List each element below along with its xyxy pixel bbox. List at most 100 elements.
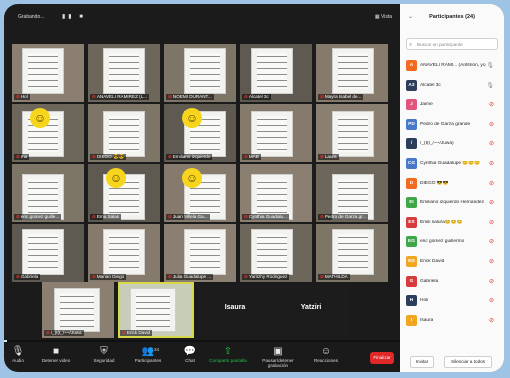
video-tile[interactable]: ☺ ⊘Emiliano izquierdo: [164, 104, 236, 162]
participant-name: Cynthia Guadalupe 😊😊😊: [420, 160, 481, 166]
video-tile[interactable]: ⊘Julia Guadalupe ...: [164, 224, 236, 282]
toolbar-video-button[interactable]: ■ Detener video: [32, 346, 80, 363]
participant-search-input[interactable]: ⌕ Buscar un participante: [406, 38, 498, 50]
participant-name: Gabriela: [420, 278, 439, 284]
muted-mic-icon: ⊘: [244, 154, 248, 159]
muted-mic-icon[interactable]: ⊘: [489, 278, 494, 285]
video-tile[interactable]: ⊘Hol: [12, 44, 84, 102]
toolbar-label: Seguridad: [93, 358, 115, 363]
video-off-tile[interactable]: Yatziri: [274, 284, 348, 336]
muted-mic-icon[interactable]: ⊘: [489, 199, 494, 206]
participant-row[interactable]: H Holi ⊘: [404, 291, 502, 311]
video-tile[interactable]: ⊘Laura: [316, 104, 388, 162]
participant-row[interactable]: CG Cynthia Guadalupe 😊😊😊 ⊘: [404, 154, 502, 174]
participant-name-label: ⊘Yaritzhy Rodriguez: [242, 274, 290, 280]
tile-name: Gabriela: [20, 274, 39, 279]
muted-mic-icon[interactable]: ⊘: [489, 121, 494, 128]
video-tile[interactable]: ⊘MAB: [240, 104, 312, 162]
muted-mic-icon[interactable]: ⊘: [489, 160, 494, 167]
search-icon: ⌕: [409, 42, 413, 48]
muted-mic-icon[interactable]: ⊘: [489, 140, 494, 147]
participant-row[interactable]: D DIEGO 😎😎 ⊘: [404, 174, 502, 194]
muted-mic-icon[interactable]: ⊘: [489, 317, 494, 324]
end-meeting-button[interactable]: Finalizar: [370, 352, 394, 364]
muted-mic-icon[interactable]: ⊘: [489, 238, 494, 245]
participant-row[interactable]: PD Pedro de Garza grande ⊘: [404, 115, 502, 135]
video-tile[interactable]: ⊘ANAVELI RAMIREZ (L...: [88, 44, 160, 102]
view-button[interactable]: ▦ Vista: [375, 14, 392, 20]
video-tile[interactable]: ⊘Yaritzhy Rodriguez: [240, 224, 312, 282]
tile-name: Marian Diego: [96, 274, 125, 279]
mic-icon[interactable]: 🎙: [486, 82, 494, 89]
participant-row[interactable]: G Gabriela ⊘: [404, 272, 502, 292]
video-tile[interactable]: ⊘Alcatel 3c: [240, 44, 312, 102]
participant-name-label: ⊘Marian Diego: [90, 274, 127, 280]
video-tile[interactable]: ☺ ⊘Juan Villela Ga...: [164, 164, 236, 222]
muted-mic-icon[interactable]: ⊘: [489, 219, 494, 226]
participant-row[interactable]: //_(t(t_/~~/Juwa) ⊘: [404, 134, 502, 154]
toolbar-label: Pausar/detener grabación: [262, 358, 294, 368]
search-placeholder: Buscar un participante: [417, 42, 463, 47]
video-tile[interactable]: ⊘MATHILDA: [316, 224, 388, 282]
muted-mic-icon: ⊘: [92, 274, 96, 279]
participant-row[interactable]: EG eric gomez guillermo ⊘: [404, 232, 502, 252]
video-off-tile[interactable]: Isaura: [198, 284, 272, 336]
tile-name: Erick David: [126, 330, 151, 335]
toolbar-label: Reacciones: [313, 358, 338, 363]
panel-title: Participantes (24): [429, 14, 475, 20]
invite-button[interactable]: Invitar: [410, 356, 434, 368]
participant-name-label: ⊘ma: [14, 154, 30, 160]
video-gallery: Grabando... ▮▮ ■ ▦ Vista ⊘Hol ⊘ANAVELI RA…: [4, 4, 400, 340]
video-tile[interactable]: ⊘Mayra Isabel de...: [316, 44, 388, 102]
muted-mic-icon[interactable]: ⊘: [489, 180, 494, 187]
participant-name-label: ⊘eric gomez guille...: [14, 214, 62, 220]
mic-icon[interactable]: 🎙: [486, 62, 494, 69]
video-tile[interactable]: ⊘eric gomez guille...: [12, 164, 84, 222]
worksheet-paper: [130, 288, 176, 332]
participant-row[interactable]: ED Erick David ⊘: [404, 252, 502, 272]
tile-name: Juan Villela Ga...: [172, 214, 208, 219]
participant-name: eric gomez guillermo: [420, 239, 465, 245]
muted-mic-icon[interactable]: ⊘: [489, 297, 494, 304]
avatar: /: [406, 138, 417, 150]
pause-stop-icon[interactable]: ▮▮ ■: [62, 13, 86, 20]
muted-mic-icon: ⊘: [16, 154, 20, 159]
toolbar-shield-button[interactable]: ⛨ Seguridad: [80, 346, 128, 363]
video-tile[interactable]: ⊘Pedro de Garza gr...: [316, 164, 388, 222]
toolbar-people-button[interactable]: 👥 24 Participantes: [124, 346, 172, 363]
muted-mic-icon: ⊘: [168, 154, 172, 159]
muted-mic-icon: ⊘: [92, 154, 96, 159]
avatar: PD: [406, 118, 417, 130]
video-tile[interactable]: ☺ ⊘Ema Salas: [88, 164, 160, 222]
video-tile[interactable]: ⊘NOEMI DURANT...: [164, 44, 236, 102]
mute-all-button[interactable]: Silenciar a todos: [444, 356, 492, 368]
participant-row[interactable]: EI Emiliano izquierdo Hernandez ⊘: [404, 193, 502, 213]
record-icon: ▣: [273, 346, 283, 357]
video-tile[interactable]: ⊘Gabriela: [12, 224, 84, 282]
video-tile[interactable]: ⊘/_(t(t_/~~/Juwa: [42, 282, 114, 338]
toolbar-reactions-button[interactable]: ☺ Reacciones: [302, 346, 350, 363]
toolbar-share-screen-button[interactable]: ⇧ Compartir pantalla: [204, 346, 252, 363]
participant-list: A ANAVELI RAMI... (Anfitrión, yo) 🎙 A3 Alcat…: [404, 56, 502, 330]
muted-mic-icon[interactable]: ⊘: [489, 101, 494, 108]
tile-name: Pedro de Garza gr...: [324, 214, 367, 219]
worksheet-paper: [22, 229, 64, 275]
video-tile[interactable]: ⊘Marian Diego: [88, 224, 160, 282]
muted-mic-icon[interactable]: ⊘: [489, 258, 494, 265]
participant-row[interactable]: A3 Alcatel 3c 🎙: [404, 76, 502, 96]
zoom-window: Grabando... ▮▮ ■ ▦ Vista ⊘Hol ⊘ANAVELI RA…: [4, 4, 504, 372]
tile-name: Yatziri: [300, 304, 322, 311]
participant-row[interactable]: I Isaura ⊘: [404, 311, 502, 331]
tile-name: Isaura: [224, 304, 246, 311]
video-tile[interactable]: ⊘Cynthia Guadalu...: [240, 164, 312, 222]
toolbar-record-button[interactable]: ▣ Pausar/detener grabación: [254, 346, 302, 368]
muted-mic-icon: ⊘: [92, 94, 96, 99]
video-tile[interactable]: ⊘Erick David: [118, 282, 194, 338]
video-tile[interactable]: ☺ ⊘ma: [12, 104, 84, 162]
muted-mic-icon: ⊘: [168, 94, 172, 99]
video-tile[interactable]: ⊘DIEGO 😎😎: [88, 104, 160, 162]
participant-row[interactable]: A ANAVELI RAMI... (Anfitrión, yo) 🎙: [404, 56, 502, 76]
participant-row[interactable]: J Jaime ⊘: [404, 95, 502, 115]
participant-row[interactable]: ES Emili salura😊😊😊 ⊘: [404, 213, 502, 233]
meeting-top-bar: Grabando... ▮▮ ■ ▦ Vista: [4, 12, 400, 26]
